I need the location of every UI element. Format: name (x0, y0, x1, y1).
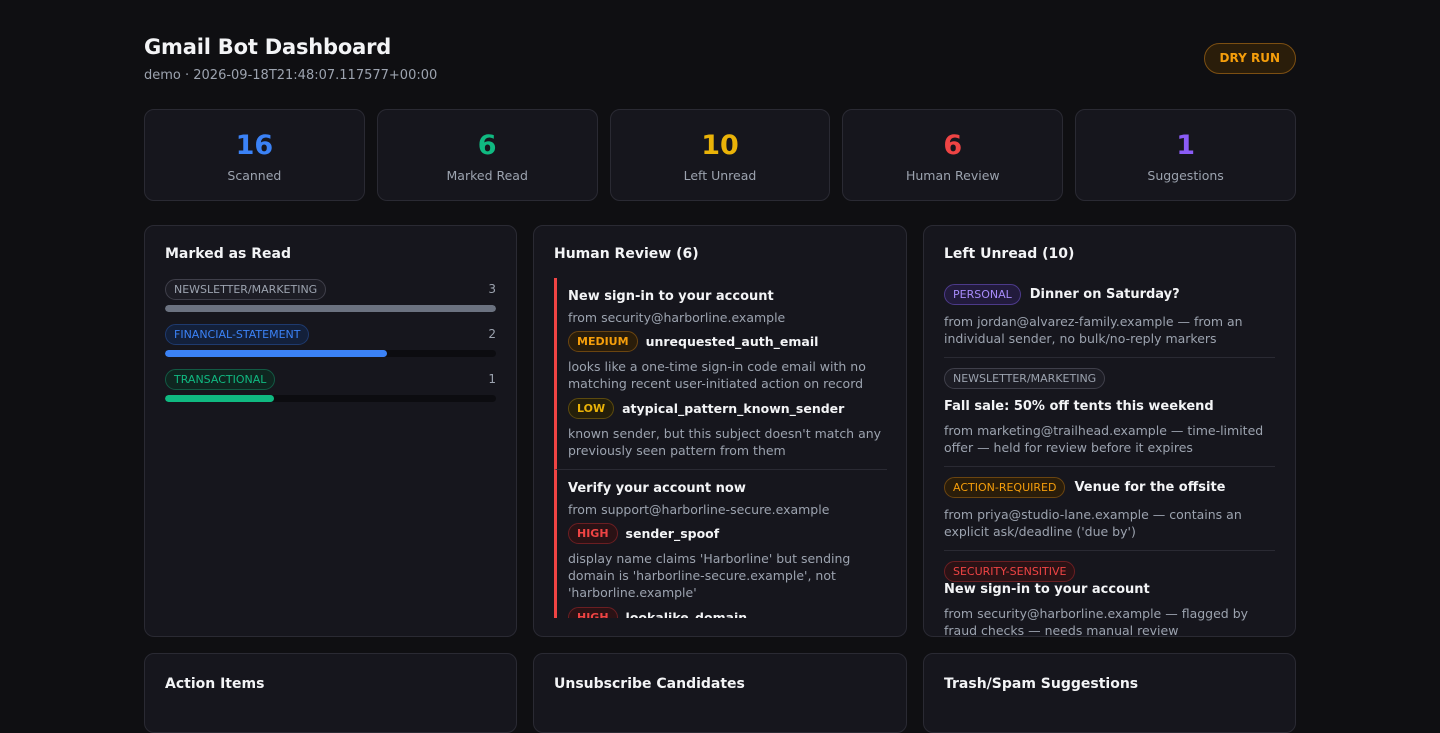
unread-list[interactable]: PERSONAL Dinner on Saturday? from jordan… (944, 284, 1275, 637)
category-bar-fill (165, 350, 387, 357)
dashboard: Gmail Bot Dashboard demo · 2026-09-18T21… (144, 0, 1296, 733)
category-bar-fill (165, 305, 496, 312)
stat-value: 6 (477, 130, 497, 161)
unread-item[interactable]: ACTION-REQUIRED Venue for the offsite fr… (944, 477, 1275, 551)
panel-title: Left Unread (10) (944, 246, 1075, 262)
review-flag: HIGH lookalike_domain (568, 607, 887, 618)
unread-subject: Venue for the offsite (1074, 480, 1226, 495)
review-flag: LOW atypical_pattern_known_sender (568, 398, 887, 419)
category-tag: NEWSLETTER/MARKETING (944, 368, 1106, 389)
stat-suggestions: 1 Suggestions (1075, 109, 1296, 201)
flag-description: looks like a one-time sign-in code email… (568, 359, 866, 391)
stat-value: 6 (943, 130, 963, 161)
category-bar-fill (165, 395, 275, 402)
unread-description: from priya@studio-lane.example — contain… (944, 507, 1242, 539)
unread-subject: New sign-in to your account (944, 582, 1150, 597)
flag-description: known sender, but this subject doesn't m… (568, 426, 882, 458)
stats-row: 16 Scanned 6 Marked Read 10 Left Unread … (144, 109, 1296, 201)
flag-description: display name claims 'Harborline' but sen… (568, 551, 851, 600)
header: Gmail Bot Dashboard demo · 2026-09-18T21… (144, 0, 1296, 109)
unread-subject: Dinner on Saturday? (1029, 287, 1180, 302)
panel-title: Trash/Spam Suggestions (944, 676, 1139, 692)
category-tag: NEWSLETTER/MARKETING (165, 279, 327, 300)
stat-value: 10 (701, 130, 739, 161)
stat-label: Scanned (227, 168, 282, 183)
review-flag: MEDIUM unrequested_auth_email (568, 331, 887, 352)
category-tag: FINANCIAL-STATEMENT (165, 324, 310, 345)
review-subject: New sign-in to your account (568, 289, 774, 304)
unread-item[interactable]: SECURITY-SENSITIVE New sign-in to your a… (944, 561, 1275, 637)
review-sender: from support@harborline-secure.example (568, 502, 830, 517)
stat-label: Marked Read (446, 168, 528, 183)
flag-code: atypical_pattern_known_sender (622, 401, 845, 416)
panel-title: Unsubscribe Candidates (554, 676, 745, 692)
flag-code: sender_spoof (625, 526, 720, 541)
severity-badge: HIGH (568, 607, 618, 618)
severity-badge: LOW (568, 398, 615, 419)
unread-item[interactable]: NEWSLETTER/MARKETING Fall sale: 50% off … (944, 368, 1275, 467)
panel-title: Marked as Read (165, 246, 292, 262)
panel-title: Action Items (165, 676, 265, 692)
category-count: 1 (488, 372, 496, 386)
stat-value: 16 (235, 130, 274, 161)
stat-left-unread: 10 Left Unread (609, 109, 831, 201)
page-title: Gmail Bot Dashboard (144, 35, 392, 59)
stat-value: 1 (1176, 130, 1195, 161)
human-review-panel: Human Review (6) New sign-in to your acc… (533, 225, 907, 637)
category-tag: PERSONAL (944, 284, 1021, 305)
page-subtitle: demo · 2026-09-18T21:48:07.117577+00:00 (144, 68, 438, 83)
review-list[interactable]: New sign-in to your account from securit… (554, 278, 887, 618)
category-bar (165, 305, 496, 312)
severity-badge: MEDIUM (568, 331, 638, 352)
category-tag: ACTION-REQUIRED (944, 477, 1066, 498)
unread-description: from jordan@alvarez-family.example — fro… (944, 314, 1243, 346)
unsubscribe-panel: Unsubscribe Candidates (533, 653, 907, 733)
stat-marked-read: 6 Marked Read (376, 109, 598, 201)
category-bar (165, 350, 496, 357)
review-sender: from security@harborline.example (568, 310, 786, 325)
category-tag: TRANSACTIONAL (165, 369, 276, 390)
unread-description: from security@harborline.example — flagg… (944, 606, 1249, 637)
action-items-panel: Action Items (144, 653, 517, 733)
review-flag: HIGH sender_spoof (568, 523, 887, 544)
stat-label: Human Review (905, 168, 1000, 183)
category-bar (165, 395, 496, 402)
unread-subject: Fall sale: 50% off tents this weekend (944, 399, 1214, 414)
marked-read-panel: Marked as Read NEWSLETTER/MARKETING 3 FI… (144, 225, 517, 637)
unread-description: from marketing@trailhead.example — time-… (944, 423, 1264, 455)
severity-badge: HIGH (568, 523, 618, 544)
left-unread-panel: Left Unread (10) PERSONAL Dinner on Satu… (923, 225, 1296, 637)
flag-code: unrequested_auth_email (645, 334, 819, 349)
category-tag: SECURITY-SENSITIVE (944, 561, 1076, 582)
stat-scanned: 16 Scanned (144, 109, 365, 201)
stat-human-review: 6 Human Review (842, 109, 1064, 201)
review-item[interactable]: Verify your account now from support@har… (554, 470, 887, 618)
unread-item[interactable]: PERSONAL Dinner on Saturday? from jordan… (944, 284, 1275, 358)
review-subject: Verify your account now (568, 481, 746, 496)
trash-spam-panel: Trash/Spam Suggestions (923, 653, 1296, 733)
category-count: 2 (488, 327, 496, 341)
flag-code: lookalike_domain (625, 610, 748, 618)
stat-label: Suggestions (1147, 168, 1224, 183)
stat-label: Left Unread (683, 168, 757, 183)
dry-run-badge: DRY RUN (1203, 43, 1296, 74)
review-item[interactable]: New sign-in to your account from securit… (554, 278, 887, 470)
category-count: 3 (488, 282, 496, 296)
panel-title: Human Review (6) (554, 246, 699, 262)
